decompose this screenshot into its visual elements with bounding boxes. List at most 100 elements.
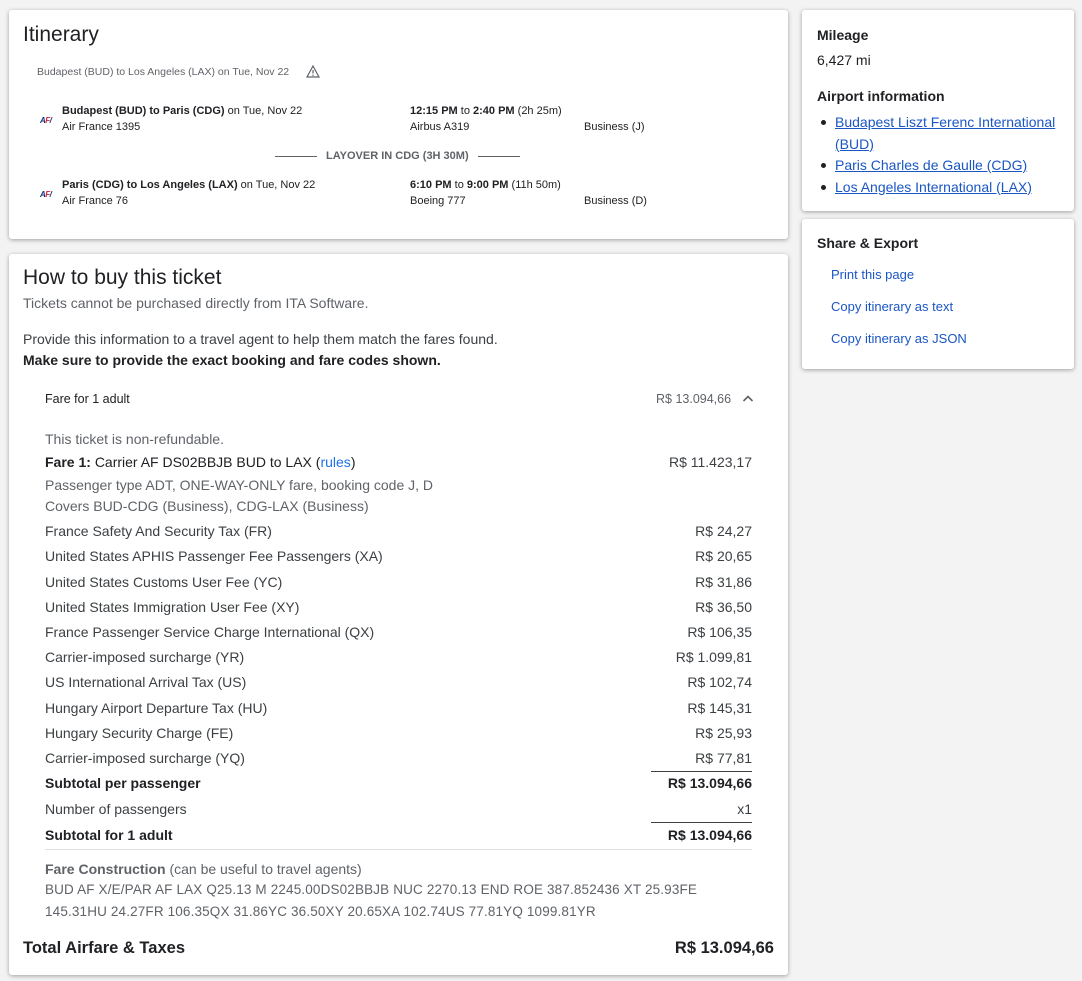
segment-1-route-line: Budapest (BUD) to Paris (CDG) on Tue, No… <box>62 105 302 117</box>
segment-2-to: to <box>454 179 464 191</box>
tax-label: United States APHIS Passenger Fee Passen… <box>45 548 383 564</box>
segment-2-flight: Air France 76 <box>62 195 129 207</box>
tax-label: Carrier-imposed surcharge (YR) <box>45 649 245 665</box>
subtotal-adult-row: Subtotal for 1 adult R$ 13.094,66 <box>45 827 752 847</box>
instructions-text: Provide this information to a travel age… <box>23 331 498 347</box>
airport-link-bud[interactable]: Budapest Liszt Ferenc International (BUD… <box>835 114 1055 152</box>
segment-1-aircraft: Airbus A319 <box>410 121 470 133</box>
tax-row: United States APHIS Passenger Fee Passen… <box>45 548 752 568</box>
layover-label: LAYOVER IN CDG (3H 30M) <box>326 150 469 162</box>
tax-value: R$ 25,93 <box>695 725 752 741</box>
print-page-link[interactable]: Print this page <box>831 267 914 282</box>
subtotal-per-passenger-label: Subtotal per passenger <box>45 775 201 791</box>
fare-1-label: Fare 1: Carrier AF DS02BBJB BUD to LAX (… <box>45 454 355 470</box>
tax-row: France Safety And Security Tax (FR) R$ 24… <box>45 523 752 543</box>
fare-construction-heading: Fare Construction (can be useful to trav… <box>45 861 362 877</box>
segment-1-times: 12:15 PM to 2:40 PM (2h 25m) <box>410 105 562 117</box>
segment-2-cabin: Business (D) <box>584 195 647 207</box>
fare-construction-line-1: BUD AF X/E/PAR AF LAX Q25.13 M 2245.00DS… <box>45 882 698 897</box>
layover-rule-right <box>478 156 520 157</box>
segment-2-times: 6:10 PM to 9:00 PM (11h 50m) <box>410 179 561 191</box>
air-france-logo: AF/ <box>40 116 52 125</box>
subtotal-divider <box>651 771 752 772</box>
subtotal-divider <box>651 822 752 823</box>
airport-link-cdg[interactable]: Paris Charles de Gaulle (CDG) <box>835 157 1027 173</box>
fare-header-value: R$ 13.094,66 <box>656 392 732 406</box>
tax-row: Hungary Security Charge (FE) R$ 25,93 <box>45 725 752 745</box>
fare-1-value: R$ 11.423,17 <box>668 454 752 470</box>
segment-1-route: Budapest (BUD) to Paris (CDG) <box>62 105 225 117</box>
segment-2-arrival: 9:00 PM <box>466 179 509 191</box>
itinerary-title: Itinerary <box>23 23 99 46</box>
fare-1-passenger-type: Passenger type ADT, ONE-WAY-ONLY fare, b… <box>45 477 434 493</box>
number-of-passengers-label: Number of passengers <box>45 801 187 817</box>
fare-section-divider <box>45 849 752 850</box>
fare-construction-line-2: 145.31HU 24.27FR 106.35QX 31.86YC 36.50X… <box>45 904 596 919</box>
segment-2-departure: 6:10 PM <box>410 179 452 191</box>
tax-value: R$ 77,81 <box>695 750 752 766</box>
how-to-buy-title: How to buy this ticket <box>23 266 222 289</box>
subtotal-adult-value: R$ 13.094,66 <box>667 827 752 843</box>
fare-1-prefix: Fare 1: <box>45 454 91 470</box>
segment-1-cabin: Business (J) <box>584 121 645 133</box>
number-of-passengers-value: x1 <box>737 801 752 817</box>
tax-label: Carrier-imposed surcharge (YQ) <box>45 750 245 766</box>
tax-label: US International Arrival Tax (US) <box>45 674 247 690</box>
nonrefundable-note: This ticket is non-refundable. <box>45 431 224 447</box>
segment-1-arrival: 2:40 PM <box>473 105 515 117</box>
segment-1-to: to <box>460 105 470 117</box>
fare-1-covers: Covers BUD-CDG (Business), CDG-LAX (Busi… <box>45 498 369 514</box>
chevron-up-icon[interactable] <box>742 394 754 402</box>
copy-text-link[interactable]: Copy itinerary as text <box>831 299 953 314</box>
airport-list: Budapest Liszt Ferenc International (BUD… <box>818 112 1058 198</box>
segment-1-departure: 12:15 PM <box>410 105 458 117</box>
fare-header-label: Fare for 1 adult <box>45 392 130 406</box>
list-item: Los Angeles International (LAX) <box>818 177 1058 199</box>
tax-row: Carrier-imposed surcharge (YQ) R$ 77,81 <box>45 750 752 770</box>
airport-link-lax[interactable]: Los Angeles International (LAX) <box>835 179 1032 195</box>
segment-2-aircraft: Boeing 777 <box>410 195 466 207</box>
air-france-logo: AF/ <box>40 190 52 199</box>
copy-json-link[interactable]: Copy itinerary as JSON <box>831 331 967 346</box>
tax-value: R$ 24,27 <box>695 523 752 539</box>
tax-value: R$ 102,74 <box>687 674 752 690</box>
total-value: R$ 13.094,66 <box>674 939 774 957</box>
itinerary-card: Itinerary Budapest (BUD) to Los Angeles … <box>9 10 788 239</box>
segment-2-duration: (11h 50m) <box>511 179 561 191</box>
subtotal-adult-label: Subtotal for 1 adult <box>45 827 173 843</box>
number-of-passengers-row: Number of passengers x1 <box>45 801 752 821</box>
subtotal-per-passenger-row: Subtotal per passenger R$ 13.094,66 <box>45 775 752 795</box>
tax-label: Hungary Airport Departure Tax (HU) <box>45 700 268 716</box>
how-to-buy-card: How to buy this ticket Tickets cannot be… <box>9 254 788 975</box>
tax-value: R$ 106,35 <box>687 624 752 640</box>
fare-accordion-header[interactable]: Fare for 1 adult R$ 13.094,66 <box>23 378 773 420</box>
segment-1-date: on Tue, Nov 22 <box>227 105 303 117</box>
tax-label: France Passenger Service Charge Internat… <box>45 624 375 640</box>
tax-value: R$ 20,65 <box>695 548 752 564</box>
warning-icon[interactable] <box>306 65 320 78</box>
fare-construction-note: (can be useful to travel agents) <box>169 861 362 877</box>
tax-label: France Safety And Security Tax (FR) <box>45 523 272 539</box>
fare-1-close: ) <box>350 454 356 470</box>
airport-info-title: Airport information <box>817 88 945 104</box>
segment-2-route: Paris (CDG) to Los Angeles (LAX) <box>62 179 238 191</box>
tax-label: Hungary Security Charge (FE) <box>45 725 234 741</box>
instructions-bold: Make sure to provide the exact booking a… <box>23 352 441 368</box>
share-export-card: Share & Export Print this page Copy itin… <box>802 219 1074 369</box>
subtotal-per-passenger-value: R$ 13.094,66 <box>667 775 752 791</box>
fare-1-text: Carrier AF DS02BBJB BUD to LAX ( <box>94 454 321 470</box>
list-item: Paris Charles de Gaulle (CDG) <box>818 155 1058 177</box>
mileage-airport-card: Mileage 6,427 mi Airport information Bud… <box>802 10 1074 211</box>
tax-row: US International Arrival Tax (US) R$ 102,… <box>45 674 752 694</box>
tax-row: Carrier-imposed surcharge (YR) R$ 1.099,8… <box>45 649 752 669</box>
share-export-title: Share & Export <box>817 235 919 251</box>
segment-1-duration: (2h 25m) <box>517 105 562 117</box>
route-summary: Budapest (BUD) to Los Angeles (LAX) on T… <box>37 66 290 78</box>
segment-1-flight: Air France 1395 <box>62 121 141 133</box>
fare-construction-label: Fare Construction <box>45 861 166 877</box>
tax-value: R$ 31,86 <box>695 574 752 590</box>
fare-1-row: Fare 1: Carrier AF DS02BBJB BUD to LAX (… <box>45 454 752 474</box>
tax-row: United States Customs User Fee (YC) R$ 31… <box>45 574 752 594</box>
fare-rules-link[interactable]: rules <box>320 454 350 470</box>
tax-value: R$ 145,31 <box>687 700 752 716</box>
